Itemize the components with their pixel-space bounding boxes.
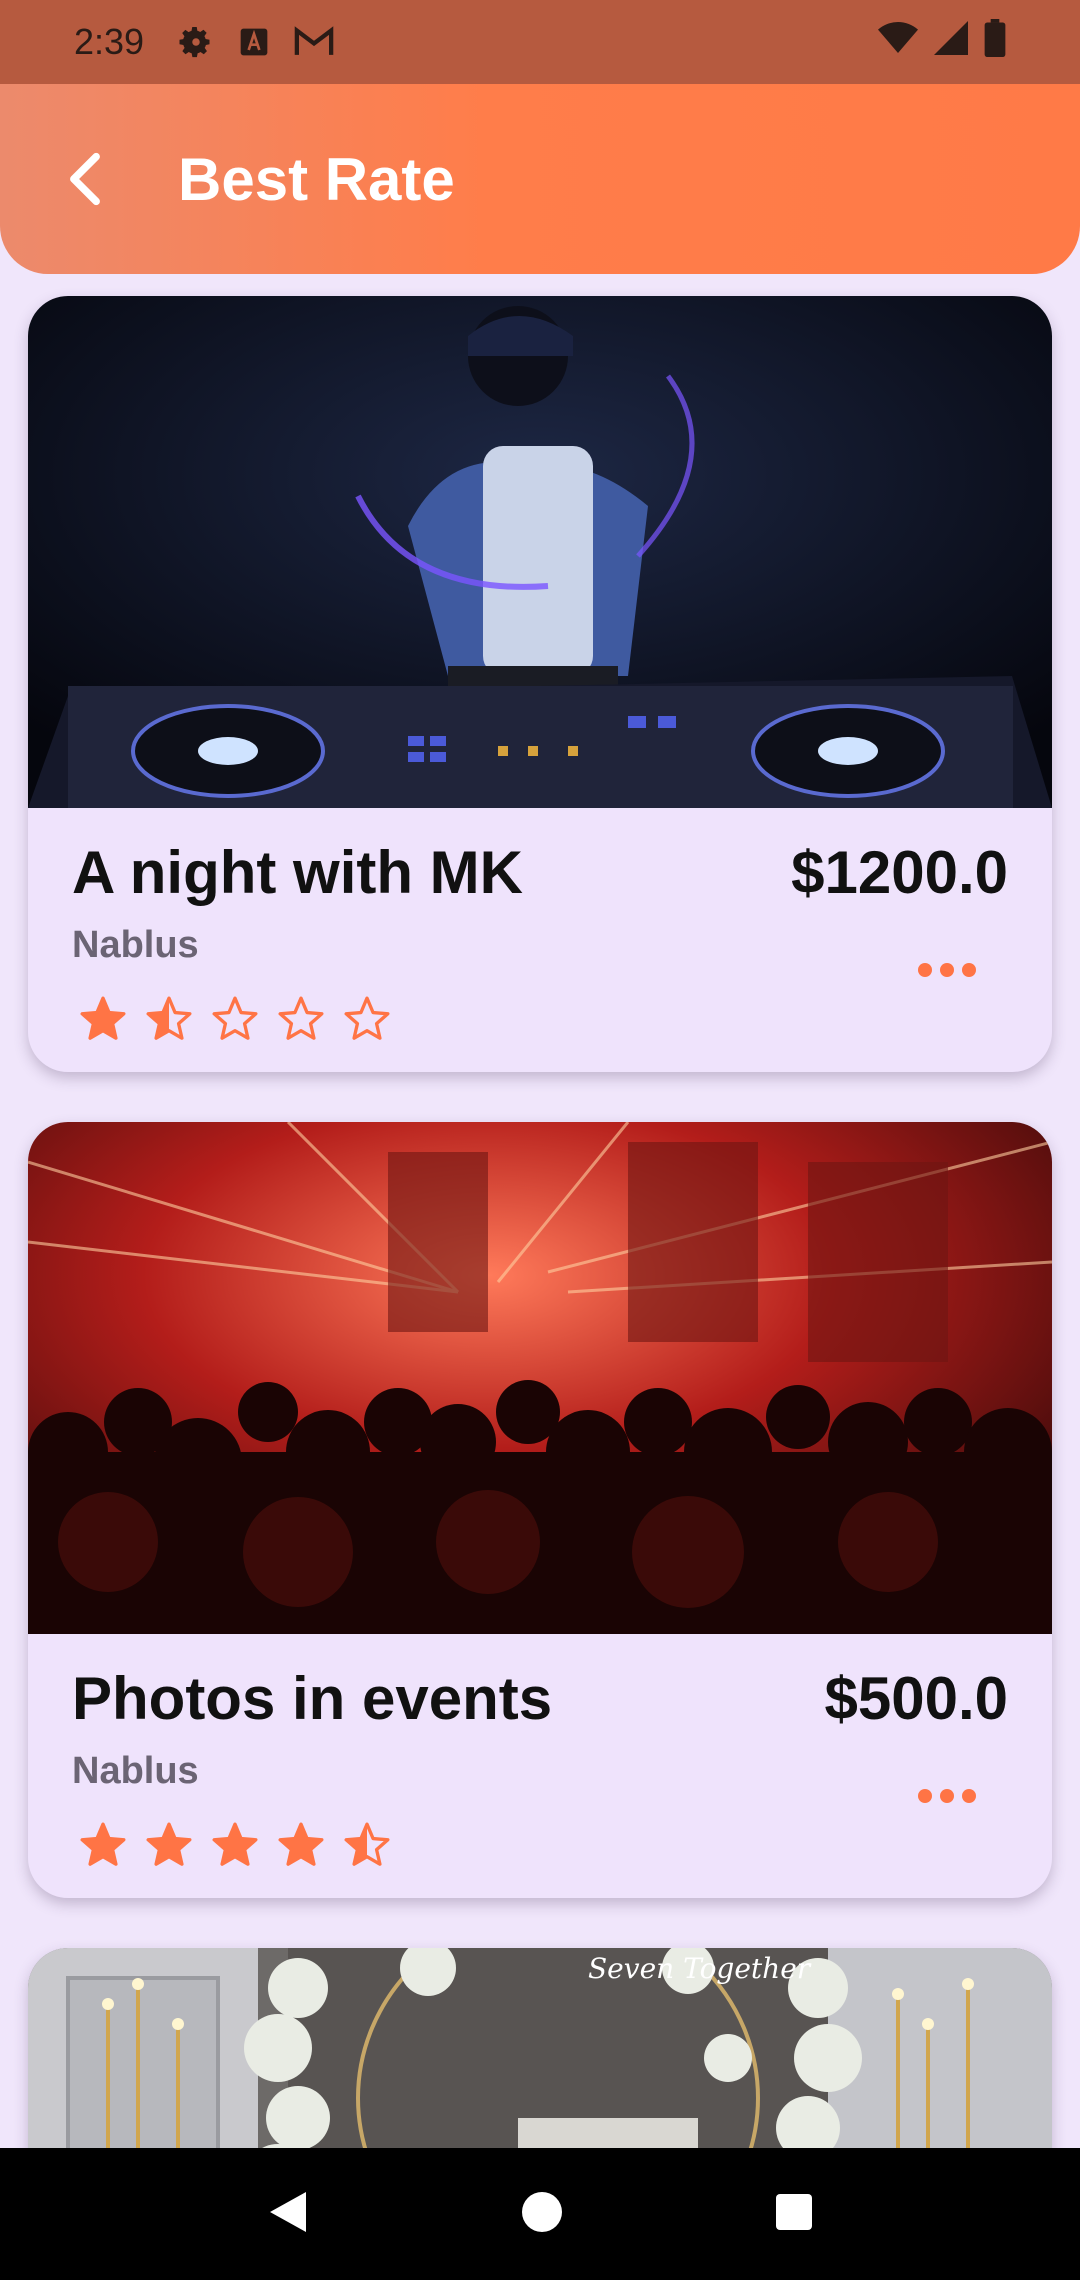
card-price: $1200.0 [791, 839, 1008, 906]
page-title: Best Rate [178, 145, 455, 213]
star-filled-icon [144, 1820, 194, 1875]
home-circle-icon[interactable] [520, 2190, 564, 2239]
signal-icon [934, 20, 968, 64]
star-filled-icon [78, 1820, 128, 1875]
rating-stars [78, 994, 392, 1049]
a-icon [238, 26, 270, 58]
more-options-icon[interactable] [918, 1789, 976, 1803]
card-title: A night with MK [72, 839, 523, 906]
gmail-icon [294, 26, 334, 58]
system-nav-bar [0, 2148, 1080, 2280]
concert-crowd-photo [28, 1122, 1052, 1634]
recents-square-icon[interactable] [774, 2192, 814, 2237]
card-city: Nablus [72, 1750, 199, 1792]
star-empty-icon [276, 994, 326, 1049]
chevron-left-icon[interactable] [66, 149, 106, 209]
wifi-icon [878, 21, 918, 64]
status-time: 2:39 [74, 21, 145, 62]
app-bar: Best Rate [0, 84, 1080, 274]
star-empty-icon [210, 994, 260, 1049]
settings-icon [178, 24, 214, 60]
battery-icon [984, 18, 1006, 66]
star-empty-icon [342, 994, 392, 1049]
card-title: Photos in events [72, 1665, 553, 1732]
star-filled-icon [78, 994, 128, 1049]
back-triangle-icon[interactable] [266, 2188, 310, 2241]
star-half-icon [144, 994, 194, 1049]
star-half-icon [342, 1820, 392, 1875]
service-card[interactable]: Photos in events $500.0 Nablus [28, 1122, 1052, 1898]
star-filled-icon [276, 1820, 326, 1875]
star-filled-icon [210, 1820, 260, 1875]
rating-stars [78, 1820, 392, 1875]
card-city: Nablus [72, 924, 199, 966]
status-bar: 2:39 [0, 0, 1080, 84]
card-price: $500.0 [824, 1665, 1008, 1732]
neon-sign-text: Seven Together [588, 1952, 812, 1985]
dj-mixing-photo [28, 296, 1052, 808]
service-card[interactable]: A night with MK $1200.0 Nablus [28, 296, 1052, 1072]
more-options-icon[interactable] [918, 963, 976, 977]
